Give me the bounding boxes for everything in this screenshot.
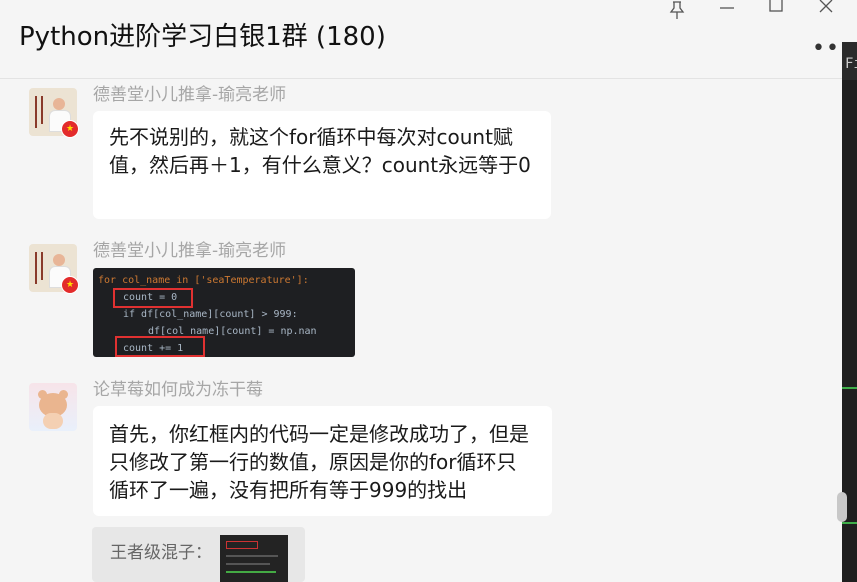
- editor-glyph: Fi: [845, 56, 857, 72]
- chat-title: Python进阶学习白银1群 (180): [19, 22, 386, 52]
- china-flag-icon: ★: [61, 120, 79, 138]
- avatar[interactable]: [29, 383, 77, 431]
- scrollbar-thumb[interactable]: [837, 492, 847, 522]
- code-line: if df[col_name][count] > 999:: [123, 309, 298, 320]
- message-bubble[interactable]: 先不说别的，就这个for循环中每次对count赋值，然后再＋1，有什么意义？co…: [93, 111, 551, 219]
- sender-name[interactable]: 德善堂小儿推拿-瑜亮老师: [93, 80, 286, 105]
- china-flag-icon: ★: [61, 276, 79, 294]
- close-icon[interactable]: [811, 0, 841, 20]
- pin-icon[interactable]: [662, 0, 692, 20]
- chat-header: Python进阶学习白银1群 (180) •••: [0, 0, 853, 79]
- highlight-box: [115, 336, 205, 357]
- minimize-icon[interactable]: [712, 0, 742, 20]
- highlight-box: [113, 288, 193, 308]
- sender-name[interactable]: 德善堂小儿推拿-瑜亮老师: [93, 236, 286, 261]
- sender-name[interactable]: 论草莓如何成为冻干莓: [93, 375, 263, 400]
- maximize-icon[interactable]: [761, 0, 791, 20]
- quoted-message[interactable]: 王者级混子：: [92, 527, 305, 582]
- code-screenshot-image[interactable]: for col_name in ['seaTemperature']: coun…: [93, 268, 355, 357]
- quoted-image-thumbnail[interactable]: [220, 535, 288, 582]
- quote-label: 王者级混子：: [110, 543, 212, 563]
- code-line: for col_name in ['seaTemperature']:: [98, 275, 309, 286]
- message-bubble[interactable]: 首先，你红框内的代码一定是修改成功了，但是只修改了第一行的数值，原因是你的for…: [93, 406, 552, 516]
